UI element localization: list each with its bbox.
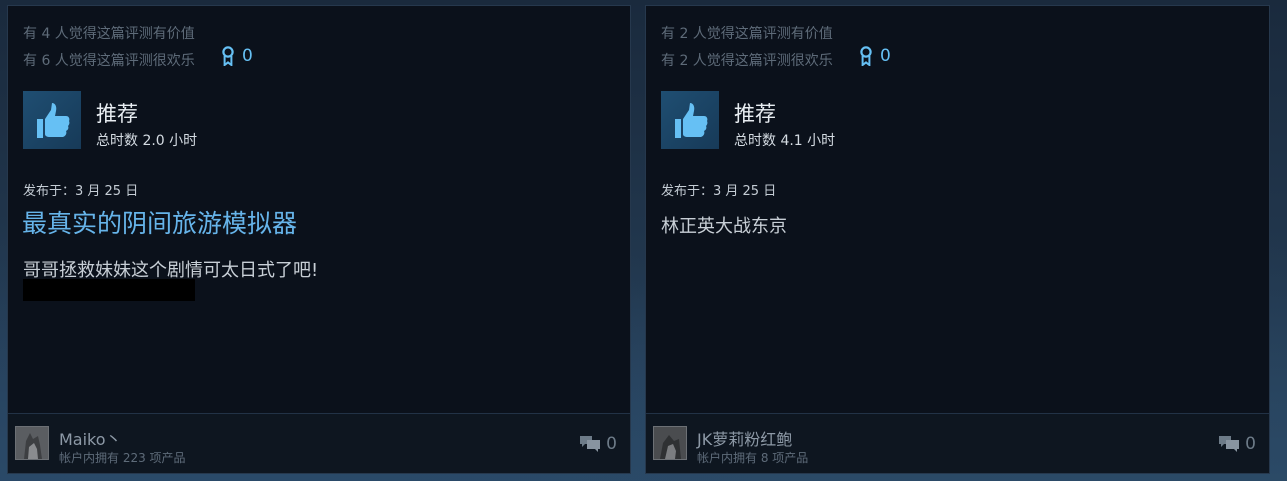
comments-button[interactable]: 0	[1218, 434, 1256, 454]
author-name[interactable]: JK萝莉粉红鲍	[697, 426, 792, 450]
posted-date: 发布于：3 月 25 日	[23, 184, 139, 199]
recommendation-label: 推荐	[96, 102, 138, 126]
award-button[interactable]: 0	[221, 46, 253, 66]
comment-bubbles-icon	[1219, 436, 1240, 452]
award-button[interactable]: 0	[859, 46, 891, 66]
review-author-footer: Maiko丶 帐户内拥有 223 项产品 0	[8, 413, 630, 473]
thumbs-up-icon	[37, 103, 70, 138]
avatar[interactable]	[15, 426, 49, 460]
playtime-hours: 总时数 2.0 小时	[96, 133, 198, 149]
funny-count-text: 有 2 人觉得这篇评测很欢乐	[661, 53, 833, 69]
recommended-thumb-badge	[23, 91, 81, 149]
helpful-count-text: 有 4 人觉得这篇评测有价值	[23, 26, 195, 42]
award-ribbon-icon	[222, 46, 234, 66]
posted-date: 发布于：3 月 25 日	[661, 184, 777, 199]
author-name[interactable]: Maiko丶	[59, 426, 122, 450]
comment-bubbles-icon	[580, 436, 601, 452]
review-author-footer: JK萝莉粉红鲍 帐户内拥有 8 项产品 0	[646, 413, 1269, 473]
review-card-2: 有 2 人觉得这篇评测有价值 有 2 人觉得这篇评测很欢乐 0 推荐 总时数 4…	[645, 5, 1270, 474]
funny-count-text: 有 6 人觉得这篇评测很欢乐	[23, 53, 195, 69]
comment-count: 0	[1245, 434, 1256, 454]
review-body-text: 林正英大战东京	[661, 216, 787, 237]
award-ribbon-icon	[860, 46, 872, 66]
recommended-thumb-badge	[661, 91, 719, 149]
comments-button[interactable]: 0	[579, 434, 617, 454]
author-products: 帐户内拥有 223 项产品	[59, 451, 186, 465]
helpful-count-text: 有 2 人觉得这篇评测有价值	[661, 26, 833, 42]
playtime-hours: 总时数 4.1 小时	[734, 133, 836, 149]
award-count: 0	[880, 46, 891, 66]
thumbs-up-icon	[675, 103, 708, 138]
author-products: 帐户内拥有 8 项产品	[697, 451, 809, 465]
review-card-1: 有 4 人觉得这篇评测有价值 有 6 人觉得这篇评测很欢乐 0 推荐 总时数 2…	[7, 5, 631, 474]
recommendation-label: 推荐	[734, 102, 776, 126]
award-count: 0	[242, 46, 253, 66]
comment-count: 0	[606, 434, 617, 454]
spoiler-block[interactable]	[23, 279, 195, 301]
avatar[interactable]	[653, 426, 687, 460]
review-title-link[interactable]: 最真实的阴间旅游模拟器	[22, 204, 297, 240]
